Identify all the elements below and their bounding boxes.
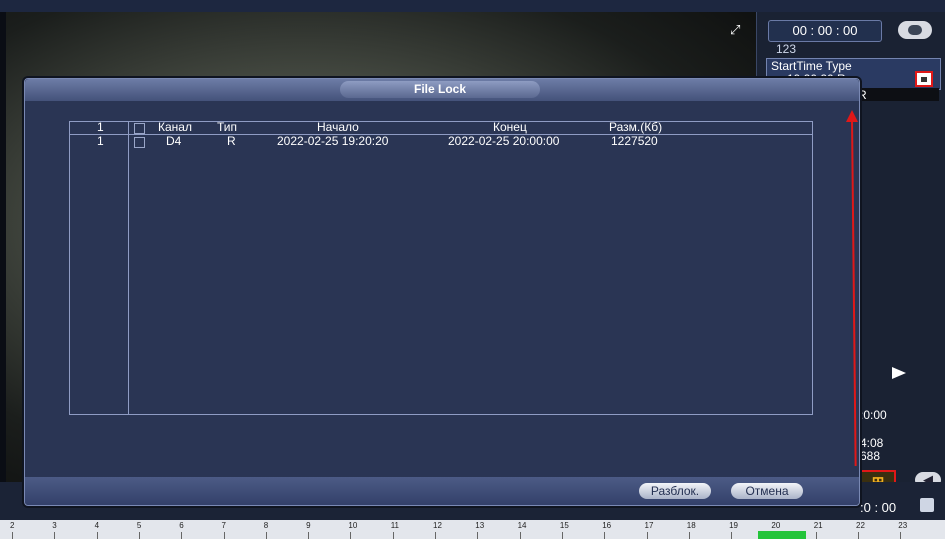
row-size: 1227520 — [611, 134, 658, 148]
timeline-tick — [54, 532, 56, 539]
column-divider — [128, 122, 129, 414]
fullscreen-icon[interactable]: ⤢ — [730, 23, 744, 36]
time-input[interactable]: 00 : 00 : 00 — [768, 20, 882, 42]
row-channel: D4 — [166, 134, 182, 148]
timeline-hour-label: 2 — [10, 521, 15, 530]
timeline-hour-label: 3 — [52, 521, 57, 530]
timeline-hour-label: 11 — [390, 521, 399, 530]
column-header-channel: Канал — [158, 120, 192, 134]
timeline-tick — [223, 532, 225, 539]
timeline-hour-label: 13 — [475, 521, 485, 530]
timeline-hour-label: 7 — [221, 521, 226, 530]
row-checkbox[interactable] — [134, 137, 145, 148]
column-header-start: Начало — [317, 120, 359, 134]
timeline-tick — [477, 532, 479, 539]
timeline-tick — [604, 532, 606, 539]
dialog-footer: Разблок. Отмена — [25, 477, 859, 505]
size-fragment: 688 — [860, 449, 881, 463]
timeline-tick — [731, 532, 733, 539]
timeline-tick — [900, 532, 902, 539]
timeline-tick — [392, 532, 394, 539]
timeline-hour-label: 12 — [433, 521, 442, 530]
timeline-tick — [561, 532, 563, 539]
save-icon[interactable] — [920, 498, 934, 512]
lock-icon[interactable] — [915, 71, 933, 87]
select-all-checkbox[interactable] — [134, 123, 145, 134]
timeline-hour-label: 18 — [686, 521, 696, 530]
unlock-button[interactable]: Разблок. — [639, 483, 711, 499]
time-fragment-2: 4:08 — [860, 436, 884, 450]
column-header-size: Разм.(Кб) — [609, 120, 663, 134]
file-lock-dialog: File Lock 1 Канал Тип Начало Конец Разм.… — [24, 78, 860, 506]
timeline-hour-label: 21 — [813, 521, 823, 530]
toggle-switch[interactable] — [898, 21, 932, 39]
timeline-tick — [688, 532, 690, 539]
timeline-tick — [12, 532, 13, 539]
row-index: 1 — [97, 134, 104, 148]
timeline-hour-label: 14 — [517, 521, 527, 530]
end-time: :0 : 00 — [860, 500, 897, 515]
timeline-hour-label: 19 — [729, 521, 738, 530]
search-value: 123 — [776, 42, 797, 56]
list-header-label: StartTime Type — [771, 59, 852, 73]
timeline-hour-label: 5 — [136, 521, 142, 530]
column-header-type: Тип — [217, 120, 238, 134]
recording-segment[interactable] — [758, 531, 806, 539]
timeline-hour-label: 17 — [644, 521, 654, 530]
timeline-tick — [858, 532, 859, 539]
play-icon[interactable] — [892, 367, 906, 379]
timeline-tick — [435, 532, 436, 539]
dialog-title: File Lock — [340, 81, 540, 98]
timeline-tick — [96, 532, 98, 539]
dialog-header: File Lock — [25, 79, 859, 101]
row-type: R — [227, 134, 236, 148]
timeline-hour-label: 15 — [559, 521, 569, 530]
timeline-tick — [519, 532, 521, 539]
timeline-hour-label: 16 — [602, 521, 612, 530]
timeline-hour-label: 8 — [263, 521, 269, 530]
column-header-end: Конец — [493, 120, 527, 134]
timeline-tick — [181, 532, 183, 539]
locked-files-table: 1 Канал Тип Начало Конец Разм.(Кб) 1 D4 … — [69, 120, 813, 415]
timeline-tick — [265, 532, 267, 539]
annotation-arrow-head — [846, 110, 858, 122]
row-start: 2022-02-25 19:20:20 — [277, 134, 389, 148]
index-header: 1 — [97, 120, 104, 134]
time-fragment-1: :0:00 — [860, 408, 887, 422]
timeline-tick — [138, 532, 140, 539]
timeline-hour-label: 4 — [94, 521, 100, 530]
timeline-tick — [350, 532, 352, 539]
top-bar — [0, 0, 945, 12]
timeline-tick — [308, 532, 310, 539]
timeline-hour-label: 10 — [348, 521, 358, 530]
timeline-hour-label: 22 — [856, 521, 865, 530]
timeline-hour-label: 20 — [771, 521, 781, 530]
timeline-hour-label: 23 — [898, 521, 908, 530]
timeline-tick — [646, 532, 648, 539]
cancel-button[interactable]: Отмена — [731, 483, 803, 499]
timeline-hour-label: 9 — [306, 521, 311, 530]
timeline-tick — [815, 532, 817, 539]
row-end: 2022-02-25 20:00:00 — [448, 134, 560, 148]
timeline-hour-label: 6 — [179, 521, 184, 530]
